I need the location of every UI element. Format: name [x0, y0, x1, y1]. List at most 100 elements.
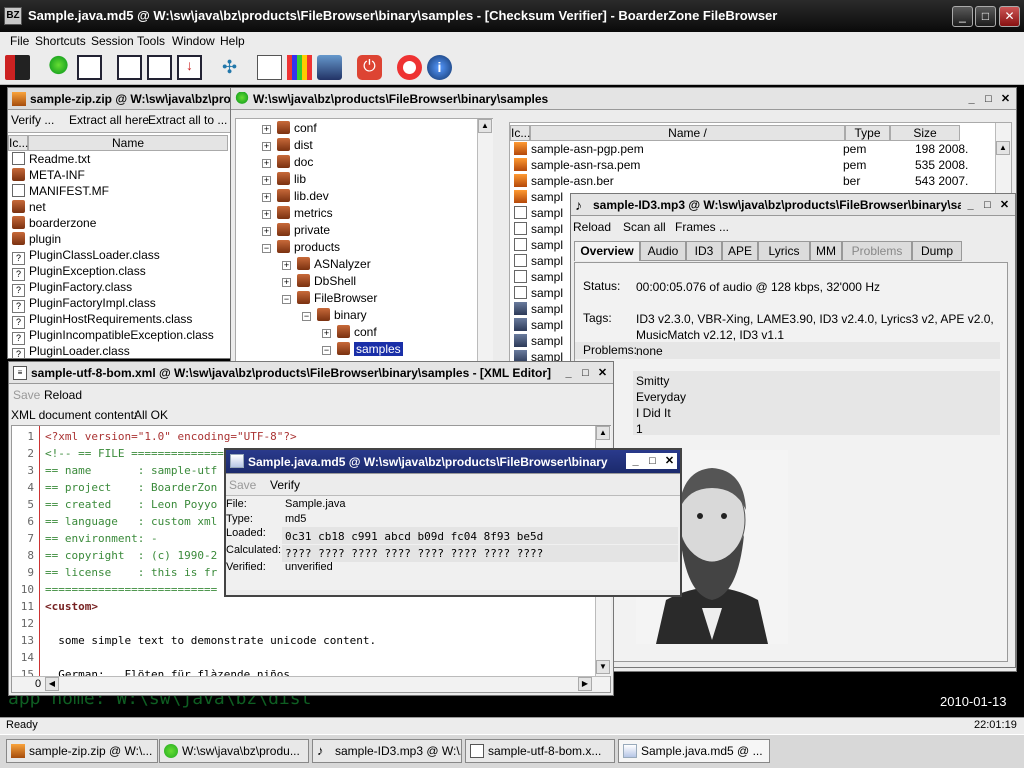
- table-row[interactable]: sampl: [514, 286, 563, 302]
- tree-item[interactable]: + lib: [262, 172, 306, 188]
- tree-scrollbar[interactable]: ▲: [477, 119, 493, 362]
- zip-extract-here-button[interactable]: Extract all here: [69, 113, 149, 127]
- task-xml[interactable]: sample-utf-8-bom.x...: [465, 739, 615, 763]
- maximize-icon[interactable]: □: [980, 198, 995, 213]
- list-item[interactable]: boarderzone: [12, 216, 96, 232]
- tree-icon[interactable]: [46, 55, 71, 80]
- menu-help[interactable]: Help: [220, 34, 245, 48]
- col-type[interactable]: Type: [845, 125, 890, 141]
- mp3-scan-all-button[interactable]: Scan all: [623, 220, 666, 234]
- list-item[interactable]: ? PluginLoader.class: [12, 344, 130, 358]
- tree-item[interactable]: + conf: [262, 121, 317, 137]
- col-name[interactable]: Name /: [530, 125, 845, 141]
- tree-item[interactable]: − binary: [302, 308, 367, 324]
- tab-dump[interactable]: Dump: [912, 241, 962, 261]
- list-item[interactable]: ? PluginFactory.class: [12, 280, 132, 297]
- tree-item[interactable]: + dist: [262, 138, 313, 154]
- scroll-left-icon[interactable]: ◀: [45, 677, 59, 691]
- table-row[interactable]: sampl: [514, 190, 563, 206]
- mp3-title[interactable]: ♪ sample-ID3.mp3 @ W:\sw\java\bz\product…: [571, 194, 1015, 216]
- tab-lyrics[interactable]: Lyrics: [758, 241, 810, 261]
- md5-title[interactable]: Sample.java.md5 @ W:\sw\java\bz\products…: [226, 450, 680, 474]
- zip-extract-to-button[interactable]: Extract all to ...: [148, 113, 227, 127]
- minimize-icon[interactable]: _: [963, 198, 978, 213]
- power-icon[interactable]: ⏻: [357, 55, 382, 80]
- minimize-all-icon[interactable]: ↓: [177, 55, 202, 80]
- zip-verify-button[interactable]: Verify ...: [11, 113, 54, 127]
- table-row[interactable]: sampl: [514, 334, 563, 350]
- tab-id3[interactable]: ID3: [686, 241, 722, 261]
- md5-save-button[interactable]: Save: [229, 478, 256, 492]
- maximize-icon[interactable]: □: [578, 366, 593, 381]
- tile-icon[interactable]: [147, 55, 172, 80]
- help-lifebuoy-icon[interactable]: [397, 55, 422, 80]
- menu-window[interactable]: Window: [172, 34, 215, 48]
- tab-audio[interactable]: Audio: [640, 241, 686, 261]
- table-row[interactable]: sampl: [514, 318, 563, 334]
- scroll-up-icon[interactable]: ▲: [596, 426, 610, 440]
- exit-icon[interactable]: [5, 55, 30, 80]
- tree-item[interactable]: + private: [262, 223, 330, 239]
- list-item[interactable]: ? PluginIncompatibleException.class: [12, 328, 214, 345]
- info-icon[interactable]: i: [427, 55, 452, 80]
- table-row[interactable]: sample-asn-pgp.pem pem 198 2008.: [514, 142, 994, 158]
- cascade-icon[interactable]: [117, 55, 142, 80]
- xml-save-button[interactable]: Save: [13, 388, 40, 402]
- tree-item[interactable]: − products: [262, 240, 340, 256]
- list-item[interactable]: plugin: [12, 232, 61, 248]
- col-icon[interactable]: Ic...: [510, 125, 530, 141]
- tree-item[interactable]: + conf: [322, 325, 377, 341]
- tab-problems[interactable]: Problems: [842, 241, 912, 261]
- minimize-icon[interactable]: _: [964, 92, 979, 107]
- minimize-icon[interactable]: _: [952, 6, 973, 27]
- close-icon[interactable]: ✕: [999, 6, 1020, 27]
- table-row[interactable]: sample-asn.ber ber 543 2007.: [514, 174, 994, 190]
- list-item[interactable]: Readme.txt: [12, 152, 90, 168]
- tab-overview[interactable]: Overview: [574, 241, 640, 261]
- xml-hscrollbar[interactable]: 0 ◀ ▶: [12, 676, 610, 692]
- table-row[interactable]: sampl: [514, 222, 563, 238]
- windows-icon[interactable]: [317, 55, 342, 80]
- tree-item-selected[interactable]: − samples: [322, 342, 403, 358]
- close-icon[interactable]: ✕: [997, 198, 1012, 213]
- scroll-down-icon[interactable]: ▼: [596, 660, 610, 674]
- col-size[interactable]: Size: [890, 125, 960, 141]
- tree-item[interactable]: + doc: [262, 155, 313, 171]
- menu-session[interactable]: Session: [91, 34, 134, 48]
- maximize-icon[interactable]: □: [975, 6, 996, 27]
- maximize-icon[interactable]: □: [645, 454, 660, 469]
- mp3-frames-button[interactable]: Frames ...: [675, 220, 729, 234]
- minimize-icon[interactable]: _: [628, 454, 643, 469]
- minimize-icon[interactable]: _: [561, 366, 576, 381]
- checklist-icon[interactable]: [257, 55, 282, 80]
- table-row[interactable]: sampl: [514, 238, 563, 254]
- table-row[interactable]: sampl: [514, 254, 563, 270]
- close-icon[interactable]: ✕: [662, 454, 677, 469]
- list-item[interactable]: MANIFEST.MF: [12, 184, 109, 200]
- list-item[interactable]: ? PluginHostRequirements.class: [12, 312, 192, 329]
- close-icon[interactable]: ✕: [595, 366, 610, 381]
- table-row[interactable]: sampl: [514, 302, 563, 318]
- palette-icon[interactable]: [287, 55, 312, 80]
- table-row[interactable]: sample-asn-rsa.pem pem 535 2008.: [514, 158, 994, 174]
- maximize-icon[interactable]: □: [981, 92, 996, 107]
- mp3-reload-button[interactable]: Reload: [573, 220, 611, 234]
- close-icon[interactable]: ✕: [998, 92, 1013, 107]
- menu-file[interactable]: File: [10, 34, 29, 48]
- menu-shortcuts[interactable]: Shortcuts: [35, 34, 86, 48]
- table-row[interactable]: sampl: [514, 270, 563, 286]
- list-item[interactable]: net: [12, 200, 46, 216]
- tab-mm[interactable]: MM: [810, 241, 842, 261]
- tree-item[interactable]: − FileBrowser: [282, 291, 377, 307]
- tab-ape[interactable]: APE: [722, 241, 758, 261]
- scroll-right-icon[interactable]: ▶: [578, 677, 592, 691]
- list-item[interactable]: ? PluginClassLoader.class: [12, 248, 160, 265]
- tree-item[interactable]: + DbShell: [282, 274, 356, 290]
- task-md5[interactable]: Sample.java.md5 @ ...: [618, 739, 770, 763]
- window-icon[interactable]: [77, 55, 102, 80]
- zip-title[interactable]: sample-zip.zip @ W:\sw\java\bz\pro: [8, 88, 231, 110]
- md5-verify-button[interactable]: Verify: [270, 478, 300, 492]
- tree-item[interactable]: + ASNalyzer: [282, 257, 371, 273]
- xml-reload-button[interactable]: Reload: [44, 388, 82, 402]
- list-item[interactable]: ? PluginException.class: [12, 264, 146, 281]
